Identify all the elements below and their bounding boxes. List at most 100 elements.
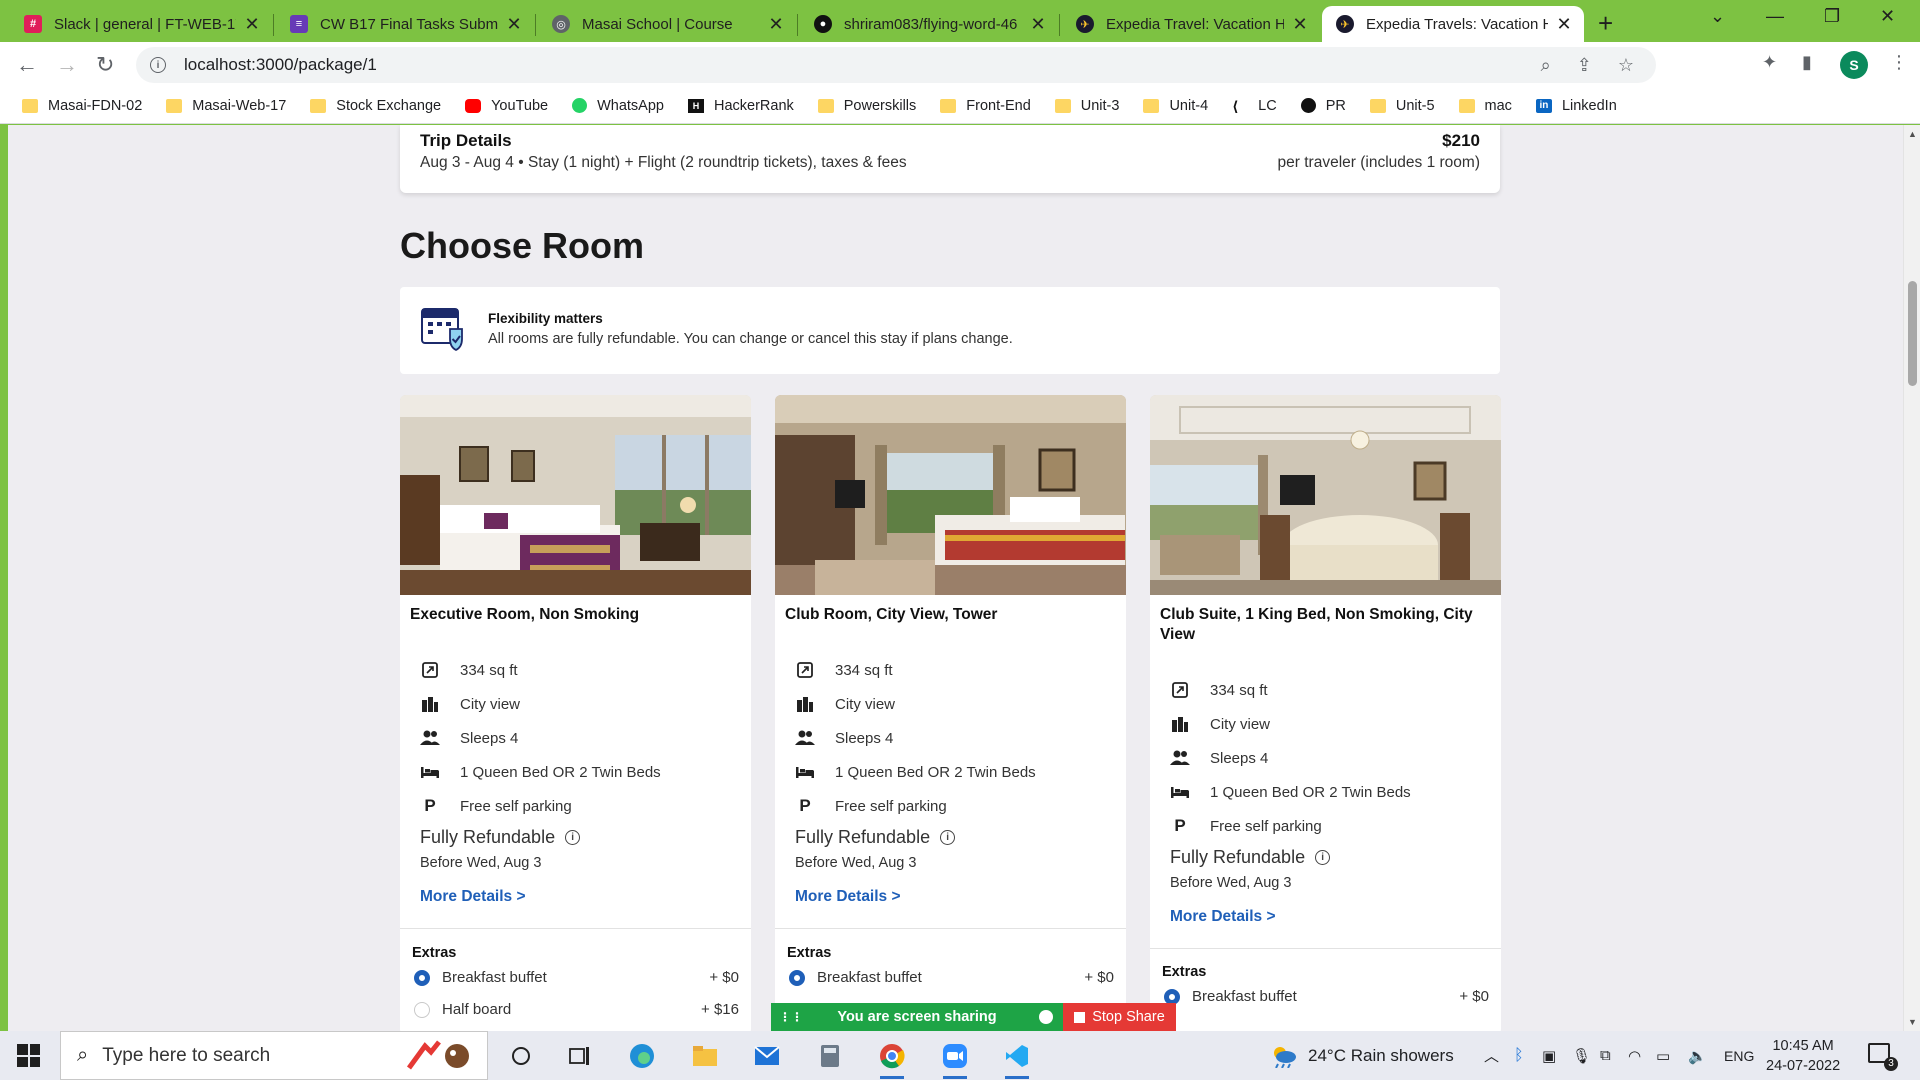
close-tab-icon[interactable]: ✕	[506, 14, 522, 35]
extensions-icon[interactable]: ✦	[1762, 52, 1777, 73]
radio-selected[interactable]	[789, 969, 805, 986]
tab-search-icon[interactable]: ⌄	[1710, 6, 1725, 27]
info-icon[interactable]: i	[1315, 850, 1331, 865]
people-icon	[420, 729, 440, 747]
bookmark-youtube[interactable]: YouTube	[465, 98, 548, 114]
extra-option[interactable]: Half board + $16	[414, 1001, 739, 1018]
bookmark-powerskills[interactable]: Powerskills	[817, 98, 916, 114]
restore-button[interactable]: ❐	[1824, 6, 1840, 27]
tab-github[interactable]: ● shriram083/flying-word-46 ✕	[800, 6, 1058, 42]
more-details-link[interactable]: More Details >	[795, 888, 901, 906]
bookmark-stock-exchange[interactable]: Stock Exchange	[310, 98, 441, 114]
room-card: Executive Room, Non Smoking 334 sq ft Ci…	[400, 395, 751, 1031]
bookmark-lc[interactable]: ⟨ LC	[1232, 98, 1277, 114]
info-icon[interactable]: i	[565, 830, 581, 845]
reload-icon[interactable]: ↻	[96, 52, 114, 78]
forward-arrow-icon[interactable]: →	[56, 52, 78, 78]
start-button[interactable]	[17, 1044, 40, 1067]
side-panel-icon[interactable]: ▮	[1802, 52, 1812, 73]
tab-slack[interactable]: # Slack | general | FT-WEB-17 ✕	[10, 6, 272, 42]
show-hidden-icons[interactable]: ︿	[1484, 1031, 1499, 1080]
info-icon[interactable]: i	[940, 830, 956, 845]
bookmark-hackerrank[interactable]: H HackerRank	[687, 98, 794, 114]
bookmark-front-end[interactable]: Front-End	[940, 98, 1031, 114]
close-window-button[interactable]: ✕	[1880, 6, 1895, 27]
back-arrow-icon[interactable]: ←	[16, 52, 38, 78]
camera-icon[interactable]: ▣	[1542, 1031, 1556, 1080]
close-tab-icon[interactable]: ✕	[244, 14, 260, 35]
bookmark-star-icon[interactable]: ☆	[1618, 55, 1634, 76]
bookmark-linkedin[interactable]: in LinkedIn	[1535, 98, 1617, 114]
task-view-icon[interactable]	[565, 1041, 595, 1071]
search-highlight-icon	[406, 1040, 469, 1070]
battery-icon[interactable]: ▭	[1656, 1031, 1670, 1080]
close-tab-icon[interactable]: ✕	[1292, 14, 1308, 35]
tab-masai[interactable]: ◎ Masai School | Course ✕	[538, 6, 796, 42]
close-tab-icon[interactable]: ✕	[1030, 14, 1046, 35]
folder-icon	[817, 98, 834, 113]
system-clock[interactable]: 10:45 AM 24-07-2022	[1766, 1036, 1840, 1076]
close-tab-icon[interactable]: ✕	[768, 14, 784, 35]
tab-expedia[interactable]: ✈ Expedia Travel: Vacation Ho ✕	[1062, 6, 1320, 42]
new-tab-button[interactable]: +	[1598, 8, 1613, 39]
feature-parking: P Free self parking	[795, 796, 946, 815]
more-details-link[interactable]: More Details >	[1170, 908, 1276, 926]
screen-share-status[interactable]: ⋮⋮ You are screen sharing	[771, 1003, 1063, 1031]
edge-icon[interactable]	[627, 1041, 657, 1071]
room-photo[interactable]	[1150, 395, 1501, 595]
extra-option[interactable]: Breakfast buffet + $0	[414, 969, 739, 986]
weather-widget[interactable]: 24°C Rain showers	[1270, 1031, 1454, 1080]
volume-icon[interactable]: 🔈	[1688, 1031, 1707, 1080]
bluetooth-icon[interactable]: ᛒ	[1514, 1031, 1524, 1080]
taskbar-search[interactable]: ⌕ Type here to search	[60, 1031, 488, 1080]
tab-forms[interactable]: ≡ CW B17 Final Tasks Submis ✕	[276, 6, 534, 42]
more-details-link[interactable]: More Details >	[420, 888, 526, 906]
drag-handle-icon[interactable]: ⋮⋮	[779, 1010, 803, 1024]
extra-option[interactable]: Breakfast buffet + $0	[1164, 988, 1489, 1005]
page-scrollbar[interactable]: ▲ ▼	[1903, 125, 1920, 1031]
chrome-icon[interactable]	[877, 1041, 907, 1079]
extra-option[interactable]: Breakfast buffet + $0	[789, 969, 1114, 986]
room-photo[interactable]	[775, 395, 1126, 595]
scroll-down-icon[interactable]: ▼	[1908, 1017, 1917, 1027]
share-icon[interactable]: ⇪	[1577, 55, 1592, 76]
scrollbar-thumb[interactable]	[1908, 281, 1917, 386]
bookmark-masai-web[interactable]: Masai-Web-17	[166, 98, 286, 114]
room-photo[interactable]	[400, 395, 751, 595]
radio-selected[interactable]	[414, 969, 430, 986]
bookmark-pr[interactable]: PR	[1300, 98, 1346, 114]
tab-expedia-active[interactable]: ✈ Expedia Travels: Vacation H ✕	[1322, 6, 1584, 42]
bookmark-unit-3[interactable]: Unit-3	[1054, 98, 1119, 114]
url-text[interactable]: localhost:3000/package/1	[184, 55, 377, 75]
mail-icon[interactable]	[752, 1041, 782, 1071]
feature-sleeps: Sleeps 4	[1170, 749, 1268, 767]
bookmark-unit-4[interactable]: Unit-4	[1143, 98, 1208, 114]
cortana-icon[interactable]	[506, 1041, 536, 1071]
stop-share-button[interactable]: Stop Share	[1063, 1003, 1176, 1031]
file-explorer-icon[interactable]	[690, 1041, 720, 1071]
vscode-icon[interactable]	[1002, 1041, 1032, 1079]
zoom-icon[interactable]: ⌕	[1541, 55, 1551, 76]
close-tab-icon[interactable]: ✕	[1556, 14, 1572, 35]
screen-icon[interactable]: ⧉	[1600, 1031, 1611, 1080]
microphone-icon[interactable]: 🎙	[1572, 1031, 1591, 1080]
rain-cloud-icon	[1274, 1046, 1296, 1068]
bookmark-whatsapp[interactable]: WhatsApp	[572, 98, 664, 114]
notification-icon[interactable]: 3	[1868, 1043, 1898, 1071]
scroll-up-icon[interactable]: ▲	[1908, 129, 1917, 139]
expand-icon	[795, 661, 815, 679]
address-bar[interactable]: i localhost:3000/package/1 ⌕ ⇪ ☆	[136, 47, 1656, 83]
calculator-icon[interactable]	[815, 1041, 845, 1071]
zoom-app-icon[interactable]	[940, 1041, 970, 1079]
parking-icon: P	[1174, 816, 1186, 835]
language-indicator[interactable]: ENG	[1724, 1031, 1754, 1080]
minimize-button[interactable]: —	[1766, 6, 1784, 27]
menu-icon[interactable]: ⋮	[1890, 52, 1908, 73]
site-info-icon[interactable]: i	[150, 57, 166, 73]
radio-unselected[interactable]	[414, 1001, 430, 1018]
profile-avatar[interactable]: S	[1840, 51, 1868, 79]
bookmark-masai-fdn[interactable]: Masai-FDN-02	[22, 98, 142, 114]
bookmark-mac[interactable]: mac	[1458, 98, 1512, 114]
bookmark-unit-5[interactable]: Unit-5	[1369, 98, 1435, 114]
wifi-icon[interactable]: ◠	[1628, 1031, 1641, 1080]
